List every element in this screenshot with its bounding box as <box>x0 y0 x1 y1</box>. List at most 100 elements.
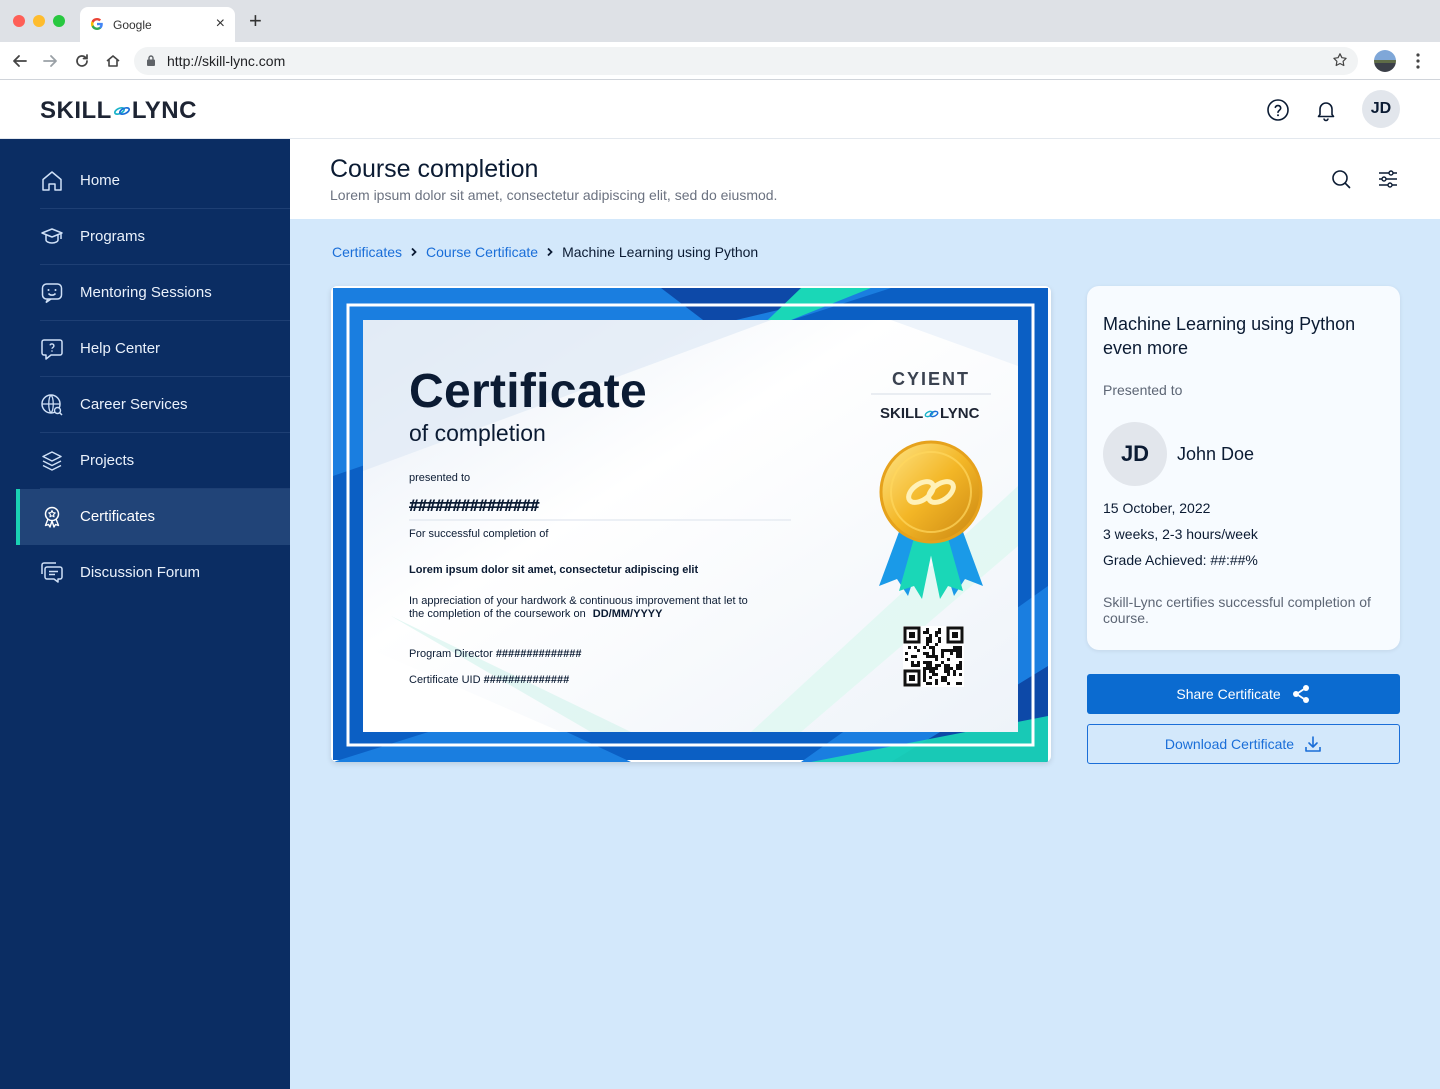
sidebar-item-projects[interactable]: Projects <box>16 433 290 489</box>
qr-module <box>929 676 932 679</box>
qr-module <box>932 673 935 676</box>
download-certificate-button[interactable]: Download Certificate <box>1087 724 1400 764</box>
qr-module <box>935 679 938 682</box>
qr-module <box>929 670 932 673</box>
qr-module <box>929 655 932 658</box>
qr-module <box>905 658 908 661</box>
qr-module <box>923 652 926 655</box>
qr-module <box>932 652 935 655</box>
qr-module <box>932 646 935 649</box>
qr-module <box>914 655 917 658</box>
award-icon <box>44 506 60 528</box>
qr-module <box>956 664 959 667</box>
qr-module <box>956 646 959 649</box>
home-browser-icon[interactable] <box>104 52 122 70</box>
bookmark-star-icon[interactable] <box>1332 52 1348 68</box>
qr-module <box>932 670 935 673</box>
qr-module <box>926 667 929 670</box>
sidebar-item-mentoring-sessions[interactable]: Mentoring Sessions <box>16 265 290 321</box>
qr-module <box>956 682 959 685</box>
minimize-window-button[interactable] <box>33 15 45 27</box>
search-icon[interactable] <box>1330 168 1352 190</box>
logo-text-left: SKILL <box>40 97 112 124</box>
qr-module <box>923 676 926 679</box>
qr-module <box>950 667 953 670</box>
qr-module <box>959 661 962 664</box>
sidebar-item-label: Programs <box>80 228 146 245</box>
certificate-info-card: Machine Learning using Python even more … <box>1087 286 1400 650</box>
qr-module <box>923 679 926 682</box>
qr-module <box>926 631 929 634</box>
breadcrumb-course-certificate[interactable]: Course Certificate <box>426 244 538 260</box>
qr-module <box>944 664 947 667</box>
certificate-brand-left: SKILL <box>880 405 924 422</box>
filter-icon[interactable] <box>1377 168 1399 190</box>
qr-module <box>935 643 938 646</box>
qr-module <box>905 652 908 655</box>
graduation-cap-icon <box>41 228 63 244</box>
qr-module <box>929 634 932 637</box>
recipient-avatar: JD <box>1103 422 1167 486</box>
new-tab-button[interactable]: + <box>249 10 262 32</box>
qr-module <box>938 664 941 667</box>
qr-module <box>956 655 959 658</box>
qr-module <box>911 655 914 658</box>
sidebar-item-certificates[interactable]: Certificates <box>16 489 290 545</box>
qr-module <box>923 667 926 670</box>
help-bubble-icon <box>41 339 63 360</box>
download-icon <box>1305 736 1321 752</box>
browser-menu-icon[interactable] <box>1410 52 1426 70</box>
download-label: Download Certificate <box>1164 736 1295 752</box>
qr-module <box>926 652 929 655</box>
help-icon[interactable] <box>1266 98 1290 122</box>
url-field[interactable]: http://skill-lync.com <box>134 47 1358 75</box>
qr-module <box>938 637 941 640</box>
forum-icon <box>41 562 63 583</box>
sidebar-item-help-center[interactable]: Help Center <box>16 321 290 377</box>
browser-tab-bar: Google × + <box>0 0 1440 42</box>
sidebar-item-career-services[interactable]: Career Services <box>16 377 290 433</box>
browser-profile-avatar[interactable] <box>1374 50 1396 72</box>
sidebar-item-programs[interactable]: Programs <box>16 209 290 265</box>
qr-module <box>959 682 962 685</box>
lock-icon <box>147 55 155 66</box>
sidebar-item-home[interactable]: Home <box>16 153 290 209</box>
qr-module <box>932 649 935 652</box>
qr-module <box>935 664 938 667</box>
grade-achieved: Grade Achieved: ##:##% <box>1103 552 1258 568</box>
certificate-heading: Certificate <box>409 365 648 418</box>
skill-lync-logo[interactable]: SKILL LYNC <box>40 97 197 125</box>
qr-module <box>953 670 956 673</box>
bell-icon[interactable] <box>1314 98 1338 122</box>
close-window-button[interactable] <box>13 15 25 27</box>
sidebar-item-label: Projects <box>80 452 135 469</box>
user-avatar[interactable]: JD <box>1362 90 1400 128</box>
sidebar-item-discussion-forum[interactable]: Discussion Forum <box>16 545 290 601</box>
browser-tab[interactable]: Google × <box>80 7 235 42</box>
breadcrumb-certificates[interactable]: Certificates <box>332 244 402 260</box>
qr-module <box>959 664 962 667</box>
certificate-brand-right: LYNC <box>940 405 980 422</box>
director-label: Program Director <box>409 648 493 660</box>
qr-module <box>926 643 929 646</box>
qr-module <box>914 664 917 667</box>
back-arrow-icon[interactable] <box>11 52 29 70</box>
forward-arrow-icon[interactable] <box>41 52 59 70</box>
share-icon <box>1292 685 1309 703</box>
google-icon <box>90 17 103 31</box>
qr-module <box>932 667 935 670</box>
qr-module <box>938 631 941 634</box>
share-certificate-button[interactable]: Share Certificate <box>1087 674 1400 714</box>
completion-label: For successful completion of <box>409 528 549 540</box>
appreciation-line-2-row: the completion of the coursework on DD/M… <box>409 608 662 620</box>
reload-icon[interactable] <box>73 52 91 70</box>
qr-module <box>923 631 926 634</box>
maximize-window-button[interactable] <box>53 15 65 27</box>
qr-module <box>926 628 929 631</box>
qr-module <box>926 637 929 640</box>
qr-module <box>944 679 947 682</box>
recipient-name: John Doe <box>1177 444 1255 464</box>
qr-module <box>917 664 920 667</box>
qr-module <box>947 682 950 685</box>
close-tab-icon[interactable]: × <box>216 15 225 33</box>
